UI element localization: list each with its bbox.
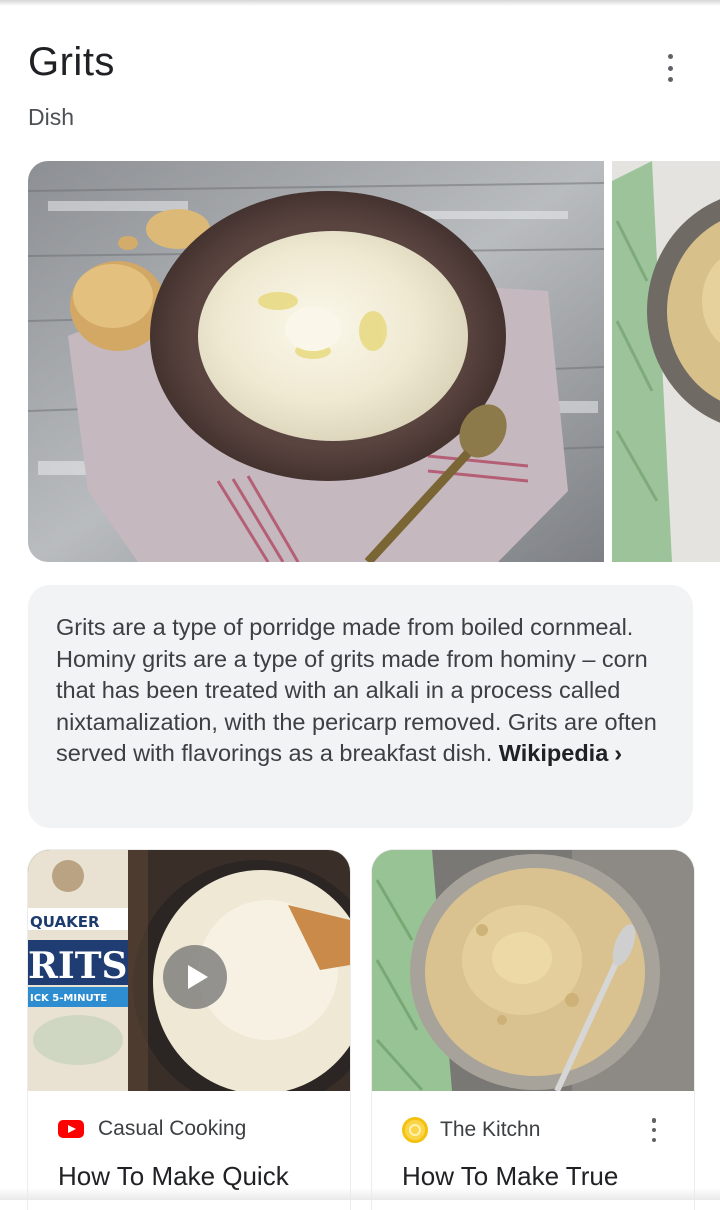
- card-thumbnail: [372, 850, 694, 1091]
- recipe-card-the-kitchn[interactable]: The Kitchn How To Make True: [372, 850, 694, 1210]
- card-source: The Kitchn: [402, 1117, 540, 1143]
- bottom-edge: [0, 1188, 720, 1200]
- wikipedia-link[interactable]: Wikipedia ›: [499, 740, 622, 766]
- hero-image-grits[interactable]: [28, 161, 604, 562]
- more-options-icon[interactable]: [644, 1118, 664, 1142]
- quaker-brand-text: QUAKER: [30, 913, 100, 931]
- wikipedia-link-label: Wikipedia: [498, 740, 609, 766]
- play-icon[interactable]: [163, 945, 227, 1009]
- grits-package-text: RITS: [28, 945, 128, 987]
- description-panel: Grits are a type of porridge made from b…: [28, 585, 693, 828]
- page-title: Grits: [28, 40, 115, 84]
- more-options-icon[interactable]: [658, 54, 682, 82]
- card-source: Casual Cooking: [58, 1117, 246, 1141]
- source-name: Casual Cooking: [98, 1117, 247, 1140]
- entity-type: Dish: [28, 104, 75, 130]
- video-card-casual-cooking[interactable]: QUAKER RITS ICK 5-MINUTE Casual Cooking …: [28, 850, 350, 1210]
- card-thumbnail: QUAKER RITS ICK 5-MINUTE: [28, 850, 350, 1091]
- description-text: Grits are a type of porridge made from b…: [56, 612, 665, 770]
- package-subtext: ICK 5-MINUTE: [30, 993, 107, 1004]
- youtube-icon: [58, 1120, 84, 1138]
- next-image-peek[interactable]: [612, 161, 720, 562]
- source-name: The Kitchn: [440, 1118, 541, 1141]
- top-shadow: [0, 0, 720, 6]
- entity-header: Grits Dish: [28, 38, 115, 132]
- kitchn-icon: [402, 1117, 428, 1143]
- chevron-right-icon: ›: [614, 740, 623, 766]
